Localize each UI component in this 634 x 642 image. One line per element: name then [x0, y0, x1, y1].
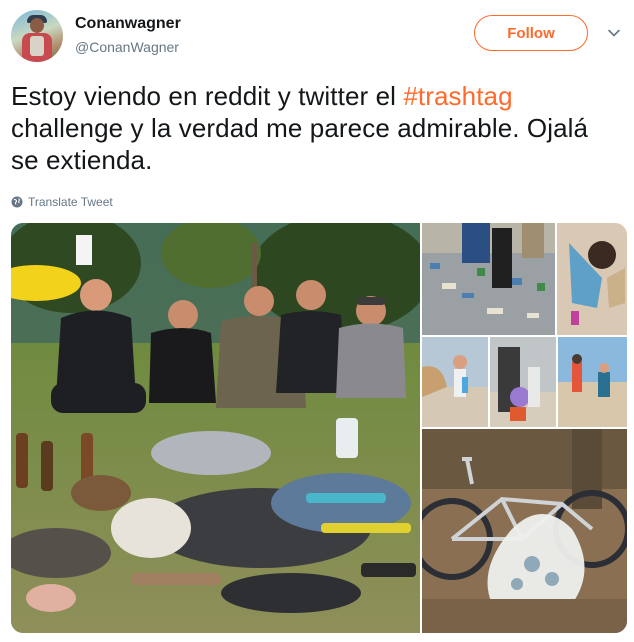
translate-label: Translate Tweet: [28, 195, 113, 209]
photo-children-beach[interactable]: [558, 337, 627, 427]
user-avatar[interactable]: [11, 10, 63, 62]
tweet-text: Estoy viendo en reddit y twitter el #tra…: [11, 80, 623, 176]
chevron-down-icon[interactable]: [607, 26, 621, 40]
tweet-text-before: Estoy viendo en reddit y twitter el: [11, 81, 404, 111]
photo-group-divers[interactable]: [11, 223, 420, 633]
tweet-text-after: challenge y la verdad me parece admirabl…: [11, 113, 589, 175]
photo-beach-trash[interactable]: [422, 223, 555, 335]
follow-button[interactable]: Follow: [474, 15, 588, 51]
translate-tweet-link[interactable]: Translate Tweet: [11, 195, 113, 209]
photo-child-with-bin[interactable]: [490, 337, 556, 427]
globe-icon: [11, 196, 23, 208]
photo-child-with-bag[interactable]: [422, 337, 488, 427]
user-handle[interactable]: @ConanWagner: [75, 39, 179, 55]
tweet-header: Conanwagner @ConanWagner Follow: [11, 10, 623, 70]
hashtag-link[interactable]: #trashtag: [403, 81, 512, 111]
photo-bicycle-trash-bag[interactable]: [422, 429, 627, 633]
display-name[interactable]: Conanwagner: [75, 15, 181, 33]
media-gallery: [11, 223, 627, 633]
photo-child-beach[interactable]: [557, 223, 627, 335]
